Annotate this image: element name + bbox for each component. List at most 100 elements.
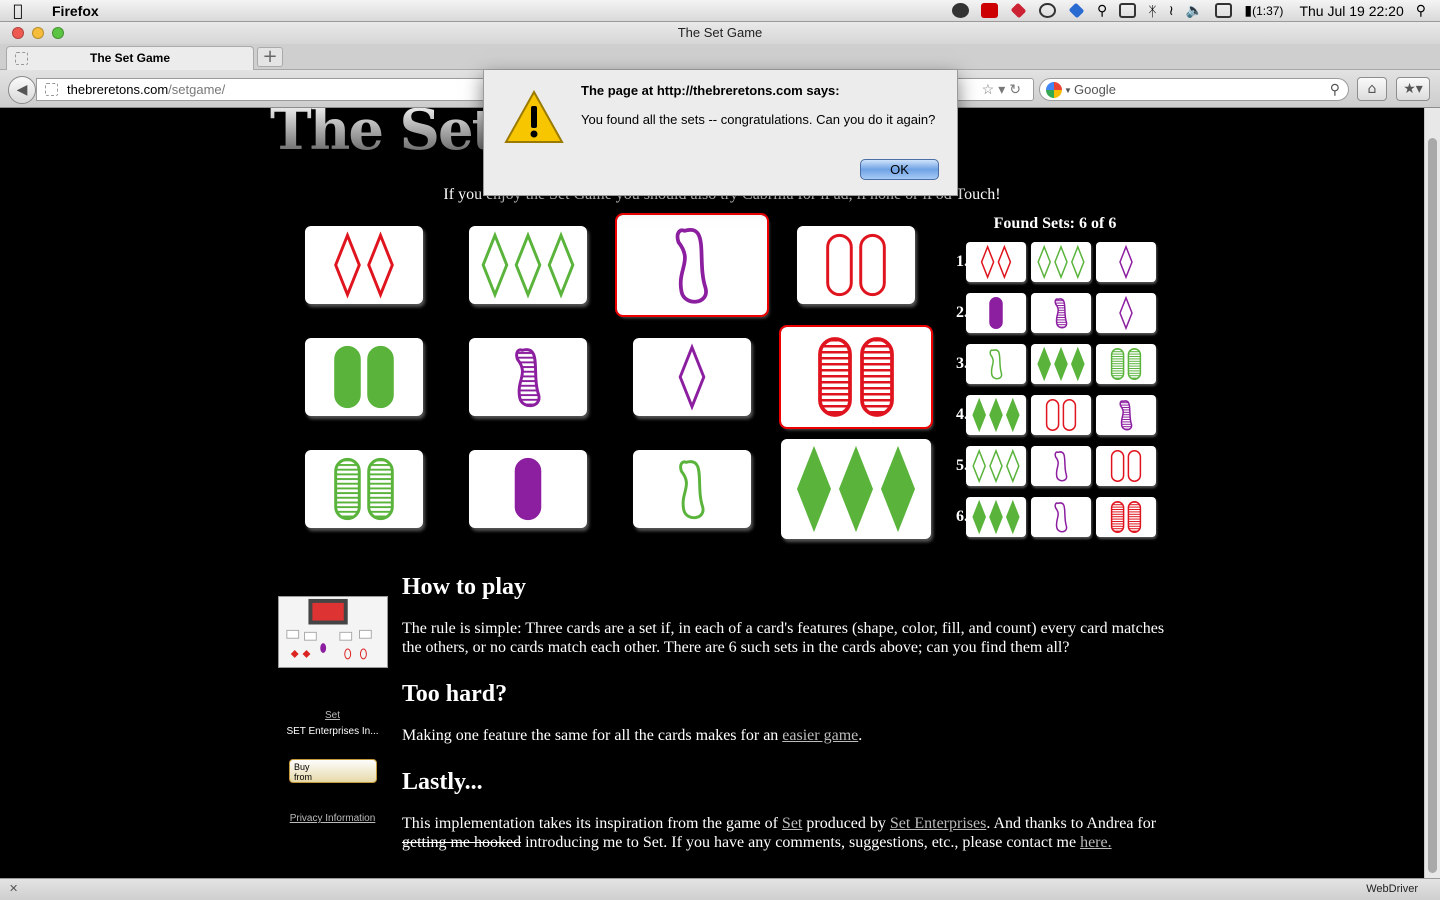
game-card[interactable] bbox=[781, 439, 931, 539]
set-game-product-image[interactable] bbox=[278, 596, 388, 668]
how-to-play-text: The rule is simple: Three cards are a se… bbox=[402, 620, 1165, 656]
game-card[interactable] bbox=[633, 450, 751, 528]
diamond-symbol bbox=[334, 231, 361, 299]
record-icon[interactable] bbox=[981, 3, 998, 18]
game-card[interactable] bbox=[469, 338, 587, 416]
too-hard-text: Making one feature the same for all the … bbox=[402, 726, 1172, 745]
back-button[interactable]: ◀ bbox=[8, 76, 36, 104]
diamond-symbol bbox=[972, 397, 987, 433]
close-window-button[interactable] bbox=[12, 27, 24, 39]
tab-title: The Set Game bbox=[89, 51, 171, 65]
page-scrollbar[interactable] bbox=[1424, 108, 1440, 878]
tab-set-game[interactable]: The Set Game bbox=[6, 46, 254, 70]
warning-icon bbox=[504, 90, 564, 143]
search-bar[interactable]: ▼ Google ⚲ bbox=[1039, 78, 1349, 101]
search-placeholder: Google bbox=[1074, 82, 1116, 97]
diamond-symbol bbox=[1037, 346, 1052, 382]
diamond-symbol bbox=[1037, 244, 1052, 280]
gem-icon[interactable] bbox=[1010, 2, 1027, 19]
apple-menu-icon[interactable]:  bbox=[0, 1, 36, 20]
sync-icon[interactable] bbox=[1039, 3, 1056, 18]
status-app-icon[interactable] bbox=[952, 3, 969, 18]
squiggle-symbol bbox=[1054, 298, 1068, 329]
diamond-symbol bbox=[972, 448, 987, 484]
oval-symbol bbox=[1110, 348, 1125, 380]
game-card[interactable] bbox=[779, 325, 933, 429]
status-bar: ✕ WebDriver bbox=[0, 878, 1440, 900]
wifi-icon[interactable]: ≀ bbox=[1169, 2, 1174, 19]
privacy-link[interactable]: Privacy Information bbox=[290, 813, 376, 824]
oval-symbol bbox=[334, 345, 361, 409]
battery-icon[interactable]: ▮(1:37) bbox=[1244, 2, 1283, 19]
found-set-card bbox=[1096, 497, 1156, 537]
input-source-icon[interactable] bbox=[1215, 3, 1233, 18]
site-identity-icon[interactable] bbox=[45, 83, 58, 96]
webdriver-status: WebDriver bbox=[1366, 883, 1418, 895]
game-card[interactable] bbox=[797, 226, 915, 304]
found-set-card bbox=[1031, 395, 1091, 435]
sidebar-set-link[interactable]: Set bbox=[325, 710, 340, 721]
volume-icon[interactable]: 🔈 bbox=[1186, 2, 1203, 19]
display-icon[interactable] bbox=[1119, 3, 1137, 18]
game-card[interactable] bbox=[305, 226, 423, 304]
game-card[interactable] bbox=[615, 213, 769, 317]
squiggle-symbol bbox=[1119, 400, 1133, 431]
engine-dropdown-icon[interactable]: ▼ bbox=[1064, 80, 1072, 101]
oval-symbol bbox=[1110, 501, 1125, 533]
sidebar-set-link-wrap: Set bbox=[270, 710, 395, 721]
bluetooth-icon[interactable]: ᛡ bbox=[1148, 3, 1156, 19]
new-tab-button[interactable]: + bbox=[257, 47, 283, 67]
card-symbols bbox=[972, 499, 1020, 535]
bookmarks-menu-button[interactable]: ★▾ bbox=[1396, 77, 1430, 101]
spotlight-icon[interactable]: ⚲ bbox=[1416, 2, 1426, 19]
app-menu[interactable]: Firefox bbox=[52, 3, 99, 19]
card-symbols bbox=[1119, 295, 1133, 331]
tab-bar: The Set Game + bbox=[0, 44, 1440, 70]
home-button[interactable]: ⌂ bbox=[1357, 77, 1387, 101]
dropbox-icon[interactable] bbox=[1068, 2, 1085, 19]
game-card[interactable] bbox=[469, 226, 587, 304]
diamond-symbol bbox=[1070, 244, 1085, 280]
scrollbar-thumb[interactable] bbox=[1428, 138, 1437, 873]
game-card[interactable] bbox=[633, 338, 751, 416]
oval-symbol bbox=[1110, 450, 1125, 482]
oval-symbol bbox=[1127, 348, 1142, 380]
search-icon[interactable]: ⚲ bbox=[1330, 79, 1340, 100]
lastly-text-3: . And thanks to Andrea for bbox=[986, 815, 1157, 832]
found-set-card bbox=[1031, 446, 1091, 486]
diamond-symbol bbox=[880, 445, 916, 533]
card-symbols bbox=[989, 349, 1003, 380]
set-link[interactable]: Set bbox=[782, 815, 802, 832]
card-symbols bbox=[972, 448, 1020, 484]
game-card[interactable] bbox=[305, 338, 423, 416]
oval-symbol bbox=[989, 297, 1003, 329]
zoom-window-button[interactable] bbox=[52, 27, 64, 39]
card-symbols bbox=[1119, 400, 1133, 431]
buy-from-amazon-button[interactable]: Buy from amazon.com bbox=[289, 759, 377, 793]
contact-link[interactable]: here. bbox=[1080, 834, 1112, 851]
history-dropdown-icon[interactable]: ▾ bbox=[998, 81, 1009, 97]
set-enterprises-link[interactable]: Set Enterprises bbox=[890, 815, 986, 832]
reload-icon[interactable]: ↻ bbox=[1009, 81, 1025, 97]
tab-favicon-icon bbox=[15, 52, 28, 65]
diamond-symbol bbox=[1005, 397, 1020, 433]
card-symbols bbox=[972, 397, 1020, 433]
game-card[interactable] bbox=[305, 450, 423, 528]
product-box-art bbox=[279, 597, 387, 667]
clock[interactable]: Thu Jul 19 22:20 bbox=[1299, 3, 1403, 19]
google-engine-icon[interactable] bbox=[1046, 82, 1062, 98]
ok-button[interactable]: OK bbox=[860, 159, 939, 180]
close-status-icon[interactable]: ✕ bbox=[9, 879, 18, 899]
bookmark-star-icon[interactable]: ☆ bbox=[982, 81, 999, 97]
found-set-number: 6. bbox=[956, 508, 968, 525]
oval-symbol bbox=[1062, 399, 1077, 431]
lastly-text: This implementation takes its inspiratio… bbox=[402, 814, 1172, 852]
network-icon[interactable]: ⚲ bbox=[1097, 2, 1107, 19]
card-symbols bbox=[679, 460, 705, 520]
card-symbols bbox=[796, 445, 916, 533]
easier-game-link[interactable]: easier game bbox=[782, 727, 858, 744]
minimize-window-button[interactable] bbox=[32, 27, 44, 39]
game-card[interactable] bbox=[469, 450, 587, 528]
amazon-buy-label: Buy from bbox=[294, 762, 312, 782]
diamond-symbol bbox=[1005, 448, 1020, 484]
